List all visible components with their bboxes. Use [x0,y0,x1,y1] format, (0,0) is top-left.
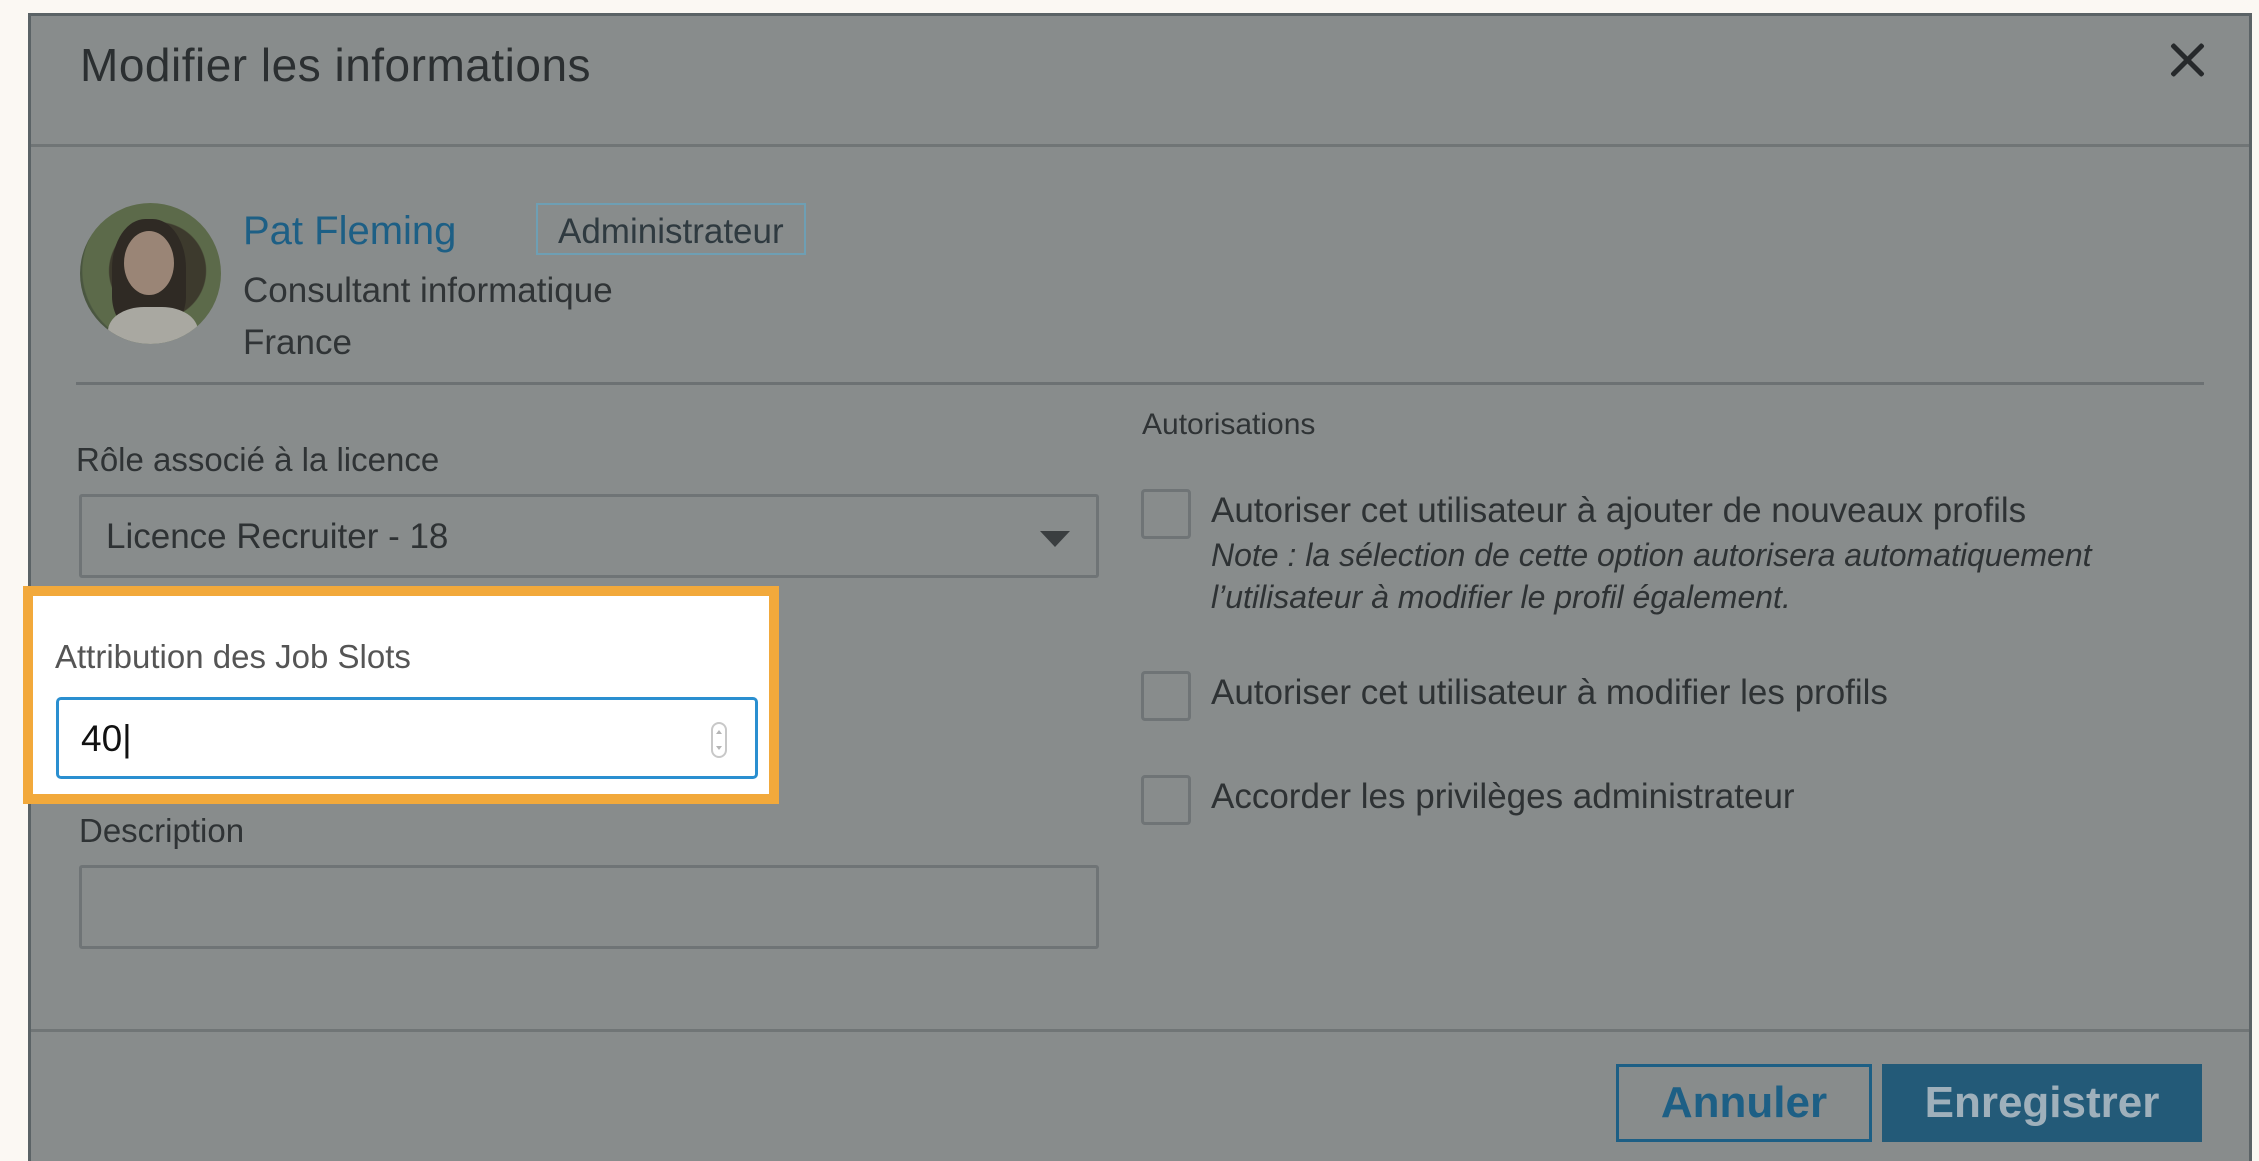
license-role-value: Licence Recruiter - 18 [106,517,449,556]
user-name-link[interactable]: Pat Fleming [243,209,456,254]
permission-add-profiles-label: Autoriser cet utilisateur à ajouter de n… [1211,491,2027,530]
avatar-face [124,231,174,295]
dialog-title: Modifier les informations [80,39,592,91]
permission-add-profiles-note-cont: l’utilisateur à modifier le profil égale… [1211,579,1791,615]
role-badge: Administrateur [536,203,806,255]
job-slots-highlight: Attribution des Job Slots 40| [23,586,779,804]
footer-divider [31,1029,2249,1032]
avatar-shirt [108,307,198,344]
description-field[interactable] [79,865,1099,949]
job-slots-input[interactable]: 40| [56,697,758,779]
stepper-icon[interactable] [711,722,727,758]
permission-edit-profiles-checkbox[interactable] [1141,671,1191,721]
avatar [80,203,221,344]
dialog-header: Modifier les informations [31,16,2249,147]
job-slots-value: 40| [81,718,132,759]
permission-add-profiles-note: Note : la sélection de cette option auto… [1211,537,2092,573]
permissions-heading: Autorisations [1142,408,1316,441]
user-country: France [243,323,352,362]
save-button[interactable]: Enregistrer [1882,1064,2202,1142]
permission-edit-profiles-label: Autoriser cet utilisateur à modifier les… [1211,673,1888,712]
description-label: Description [79,812,245,849]
license-role-select[interactable]: Licence Recruiter - 18 [79,494,1099,578]
close-icon[interactable] [2159,32,2215,88]
section-divider [76,382,2204,385]
permission-admin-label: Accorder les privilèges administrateur [1211,777,1795,816]
chevron-down-icon [1040,531,1070,547]
job-slots-label: Attribution des Job Slots [55,638,411,675]
cancel-button[interactable]: Annuler [1616,1064,1872,1142]
permission-add-profiles-checkbox[interactable] [1141,489,1191,539]
user-job-title: Consultant informatique [243,271,613,310]
role-field-label: Rôle associé à la licence [76,441,440,478]
permission-admin-checkbox[interactable] [1141,775,1191,825]
